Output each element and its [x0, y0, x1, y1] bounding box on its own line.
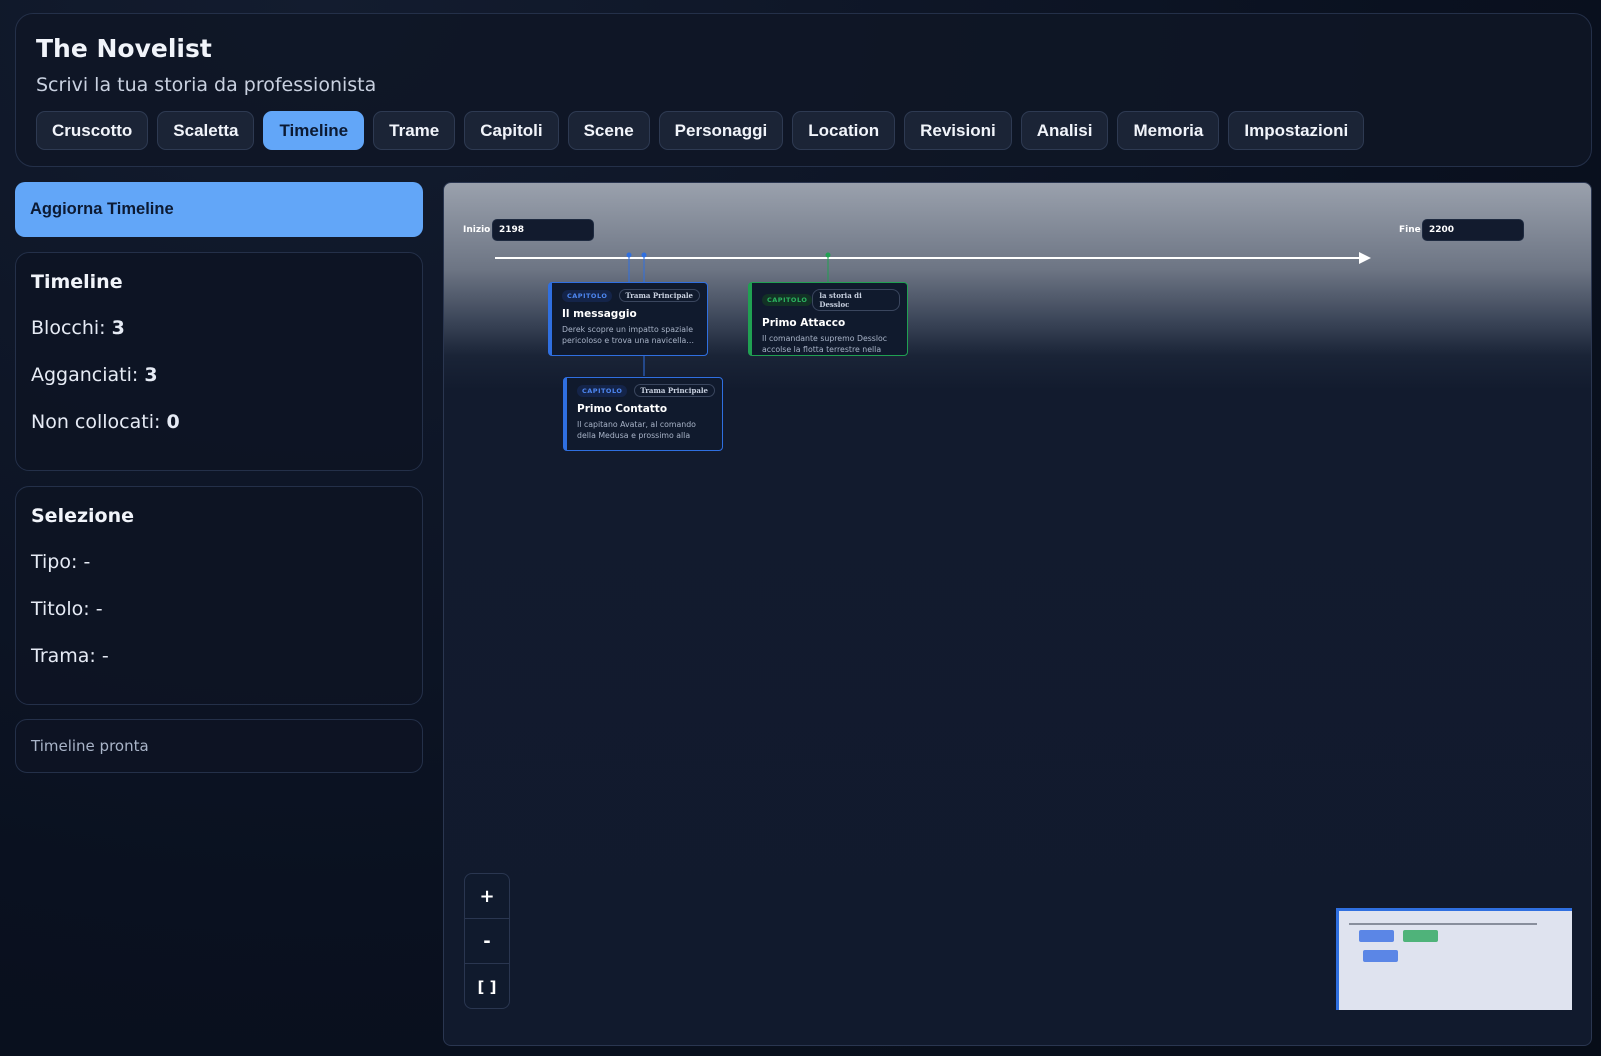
marker-il-messaggio [626, 252, 632, 258]
blocks-label: Blocchi: [31, 317, 106, 339]
attached-value: 3 [144, 364, 158, 386]
node-title: Primo Contatto [577, 403, 668, 415]
timeline-stats-title: Timeline [31, 271, 123, 293]
node-type-badge: CAPITOLO [562, 289, 613, 302]
selection-type: Tipo: - [31, 551, 90, 573]
node-plot-badge: Trama Principale [633, 384, 715, 397]
selection-plot: Trama: - [31, 645, 109, 667]
minimap-graphic [1349, 923, 1537, 962]
zoom-controls: + - [ ] [464, 873, 510, 1009]
timeline-stats-card: Timeline Blocchi: 3 Agganciati: 3 Non co… [15, 252, 423, 471]
node-plot-badge: Trama Principale [618, 289, 700, 302]
timeline-node-primo-attacco[interactable]: CAPITOLO la storia di Dessloc Primo Atta… [748, 282, 908, 356]
node-description: Il capitano Avatar, al comando della Med… [577, 420, 696, 440]
app-title: The Novelist [36, 34, 212, 63]
attached-label: Agganciati: [31, 364, 139, 386]
selection-title-label: Titolo: [31, 598, 90, 620]
unplaced-value: 0 [166, 411, 180, 433]
marker-primo-contatto [641, 252, 647, 258]
tab-location[interactable]: Location [792, 111, 896, 150]
tab-personaggi[interactable]: Personaggi [658, 111, 784, 150]
tab-memoria[interactable]: Memoria [1117, 111, 1220, 150]
unplaced-stat: Non collocati: 0 [31, 411, 180, 433]
fit-view-button[interactable]: [ ] [465, 964, 509, 1009]
status-message: Timeline pronta [15, 719, 423, 773]
timeline-arrow-icon [1359, 252, 1371, 264]
selection-type-value: - [83, 551, 91, 573]
timeline-canvas[interactable]: Inizio 2198 Fine 2200 CAPITOLO Trama Pri… [443, 182, 1592, 1046]
node-description: Derek scopre un impatto spaziale pericol… [562, 325, 695, 345]
node-description: Il comandante supremo Dessloc accolse la… [762, 334, 888, 354]
zoom-out-button[interactable]: - [465, 919, 509, 964]
minimap-node-il-messaggio [1359, 930, 1394, 942]
marker-primo-attacco [825, 252, 831, 258]
node-title: Il messaggio [562, 308, 637, 320]
node-title: Primo Attacco [762, 317, 846, 329]
app-header: The Novelist Scrivi la tua storia da pro… [15, 13, 1592, 167]
main-tabs: Cruscotto Scaletta Timeline Trame Capito… [36, 111, 1365, 150]
app-subtitle: Scrivi la tua storia da professionista [36, 74, 377, 96]
tab-analisi[interactable]: Analisi [1020, 111, 1109, 150]
selection-type-label: Tipo: [31, 551, 78, 573]
tab-scene[interactable]: Scene [567, 111, 650, 150]
minimap-node-primo-contatto [1363, 950, 1398, 962]
node-type-badge: CAPITOLO [577, 384, 628, 397]
node-plot-badge: la storia di Dessloc [812, 289, 900, 311]
selection-plot-label: Trama: [31, 645, 96, 667]
blocks-value: 3 [111, 317, 125, 339]
tab-revisioni[interactable]: Revisioni [904, 111, 1012, 150]
selection-plot-value: - [101, 645, 109, 667]
tab-scaletta[interactable]: Scaletta [157, 111, 255, 150]
attached-stat: Agganciati: 3 [31, 364, 158, 386]
zoom-in-button[interactable]: + [465, 874, 509, 919]
tab-impostazioni[interactable]: Impostazioni [1228, 111, 1365, 150]
minimap-node-primo-attacco [1403, 930, 1438, 942]
blocks-stat: Blocchi: 3 [31, 317, 125, 339]
tab-capitoli[interactable]: Capitoli [464, 111, 559, 150]
tab-timeline[interactable]: Timeline [263, 111, 365, 150]
selection-title: Selezione [31, 505, 135, 527]
tab-trame[interactable]: Trame [373, 111, 456, 150]
tab-cruscotto[interactable]: Cruscotto [36, 111, 149, 150]
selection-card: Selezione Tipo: - Titolo: - Trama: - [15, 486, 423, 705]
timeline-node-il-messaggio[interactable]: CAPITOLO Trama Principale Il messaggio D… [548, 282, 708, 356]
unplaced-label: Non collocati: [31, 411, 161, 433]
selection-item-title: Titolo: - [31, 598, 103, 620]
node-type-badge: CAPITOLO [762, 294, 813, 306]
selection-title-value: - [95, 598, 103, 620]
timeline-node-primo-contatto[interactable]: CAPITOLO Trama Principale Primo Contatto… [563, 377, 723, 451]
timeline-minimap[interactable] [1336, 908, 1572, 1010]
refresh-timeline-button[interactable]: Aggiorna Timeline [15, 182, 423, 237]
